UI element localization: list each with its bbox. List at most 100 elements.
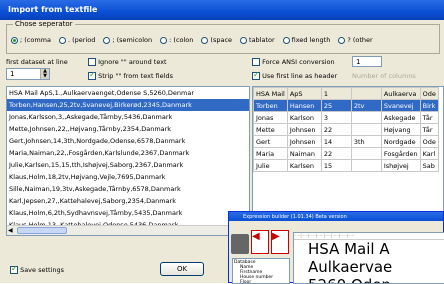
first-dataset-label: first dataset at line bbox=[6, 58, 68, 66]
column-header[interactable]: Ode bbox=[419, 87, 439, 100]
separator-option[interactable]: ? (other bbox=[338, 36, 373, 44]
table-cell bbox=[350, 111, 382, 124]
separator-option[interactable]: fixed length bbox=[282, 36, 331, 44]
column-header[interactable]: HSA Mail bbox=[253, 87, 288, 100]
move-left-icon[interactable]: ◀ bbox=[251, 230, 269, 254]
list-item[interactable]: Julie,Karlsen,15,15,tth,Ishøjvej,Saborg,… bbox=[7, 159, 249, 171]
radio-button[interactable] bbox=[282, 36, 290, 44]
radio-button[interactable] bbox=[160, 36, 168, 44]
list-item[interactable]: Klaus,Holm,18,2tv,Højvang,Vejle,7695,Dan… bbox=[7, 171, 249, 183]
list-item[interactable]: HSA Mail ApS,1.,Aulkaervaenget,Odense S,… bbox=[7, 87, 249, 99]
raw-lines-list[interactable]: HSA Mail ApS,1.,Aulkaervaenget,Odense S,… bbox=[6, 86, 250, 236]
expression-lines: HSA Mail AAulkaervae5260 Oden bbox=[294, 240, 444, 283]
preview-grid[interactable]: HSA Mail ApS 1 Aulkaerva Ode Torben Hansen 25 2… bbox=[252, 86, 444, 216]
separator-option[interactable]: (space bbox=[201, 36, 232, 44]
table-cell: 15 bbox=[320, 159, 352, 172]
separator-option-label: ? (other bbox=[347, 36, 373, 44]
table-cell: 25 bbox=[320, 99, 352, 112]
ignore-quotes-label: Ignore "" around text bbox=[98, 58, 167, 66]
force-ansi-option[interactable]: Force ANSI conversion bbox=[252, 58, 335, 66]
strip-quotes-option[interactable]: Strip "" from text fields bbox=[88, 70, 173, 80]
list-item[interactable]: Mette,Johnsen,22,,Højvang,Tårnby,2354,Da… bbox=[7, 123, 249, 135]
field-tree[interactable]: DatabaseNameFirstnameHouse numberFloorSt… bbox=[232, 258, 290, 284]
strip-quotes-checkbox[interactable] bbox=[88, 70, 96, 80]
table-cell: Fosgården bbox=[380, 147, 421, 160]
ok-button[interactable]: OK bbox=[160, 262, 204, 276]
table-row[interactable]: Jonas Karlson 3 Askegade Tår bbox=[253, 111, 439, 124]
table-cell: Naiman bbox=[286, 147, 322, 160]
column-header[interactable] bbox=[350, 87, 382, 100]
column-header[interactable]: 1 bbox=[320, 87, 352, 100]
table-cell: Svanevej bbox=[380, 99, 421, 112]
radio-button[interactable] bbox=[201, 36, 209, 44]
expression-preview: ·····|·····|·····|·····|·····|·····|····… bbox=[293, 232, 444, 284]
radio-button[interactable] bbox=[59, 36, 66, 44]
radio-button[interactable] bbox=[338, 36, 346, 44]
table-cell: Nordgade bbox=[380, 135, 421, 148]
separator-option[interactable]: ; (comma bbox=[11, 36, 51, 44]
table-cell: Birk bbox=[419, 99, 439, 112]
table-row[interactable]: Mette Johnsen 22 Højvang Tår bbox=[253, 123, 439, 136]
separator-option-label: fixed length bbox=[291, 36, 331, 44]
separator-option[interactable]: . (period bbox=[59, 36, 95, 44]
column-header[interactable]: ApS bbox=[286, 87, 322, 100]
save-settings-option[interactable]: Save settings bbox=[10, 264, 65, 274]
list-item[interactable]: Torben,Hansen,25,2tv,Svanevej,Birkerød,2… bbox=[7, 99, 249, 111]
separator-option-label: : (colon bbox=[169, 36, 194, 44]
first-line-header-checkbox[interactable] bbox=[252, 70, 260, 80]
separator-option[interactable]: tablator bbox=[240, 36, 275, 44]
spin-arrows-icon[interactable]: ▲ ▼ bbox=[40, 69, 49, 79]
save-settings-label: Save settings bbox=[20, 266, 65, 274]
scroll-left-arrow-icon[interactable]: ◀ bbox=[8, 227, 13, 234]
column-header[interactable]: Aulkaerva bbox=[380, 87, 421, 100]
table-row[interactable]: Julie Karlsen 15 Ishøjvej Sab bbox=[253, 159, 439, 172]
table-row[interactable]: Gert Johnsen 14 3th Nordgade Ode bbox=[253, 135, 439, 148]
expression-line: Aulkaervae bbox=[308, 258, 393, 276]
radio-button[interactable] bbox=[240, 36, 248, 44]
tree-item[interactable]: Floor bbox=[234, 280, 288, 283]
separator-option-label: . (period bbox=[68, 36, 96, 44]
table-cell: Julie bbox=[253, 159, 288, 172]
list-item[interactable]: Sille,Naiman,19,3tv,Askegade,Tårnby,6578… bbox=[7, 183, 249, 195]
separator-option[interactable]: ; (semicolon bbox=[103, 36, 152, 44]
horizontal-scrollbar[interactable]: ◀ ▶ bbox=[7, 225, 249, 235]
table-cell: Maria bbox=[253, 147, 288, 160]
separator-option-label: (space bbox=[210, 36, 233, 44]
radio-button[interactable] bbox=[11, 36, 18, 44]
list-item[interactable]: Jonas,Karlsson,3,,Askegade,Tårnby,5436,D… bbox=[7, 111, 249, 123]
expression-line: HSA Mail A bbox=[308, 240, 390, 258]
table-row[interactable]: Maria Naiman 22 Fosgården Karl bbox=[253, 147, 439, 160]
table-cell: Askegade bbox=[380, 111, 421, 124]
save-settings-checkbox[interactable] bbox=[10, 264, 18, 274]
first-line-header-label: Use first line as header bbox=[262, 72, 338, 80]
list-item[interactable]: Maria,Naiman,22,,Fosgården,Karlslunde,23… bbox=[7, 147, 249, 159]
force-ansi-label: Force ANSI conversion bbox=[262, 58, 335, 66]
table-cell: Jonas bbox=[253, 111, 288, 124]
radio-button[interactable] bbox=[103, 36, 111, 44]
scroll-thumb[interactable] bbox=[17, 227, 67, 234]
list-item[interactable]: Klaus,Holm,6,2th,Sydhavnsvej,Tårnby,5435… bbox=[7, 207, 249, 219]
separator-option[interactable]: : (colon bbox=[160, 36, 193, 44]
ignore-quotes-checkbox[interactable] bbox=[88, 58, 96, 66]
table-cell: Karlson bbox=[286, 111, 322, 124]
trash-icon[interactable] bbox=[231, 234, 249, 254]
table-cell bbox=[350, 123, 382, 136]
table-cell: Tår bbox=[419, 111, 439, 124]
separator-option-label: ; (comma bbox=[20, 36, 51, 44]
first-dataset-spinner[interactable]: 1 ▲ ▼ bbox=[6, 68, 50, 80]
first-dataset-value: 1 bbox=[10, 70, 15, 78]
force-ansi-checkbox[interactable] bbox=[252, 58, 260, 66]
list-item[interactable]: Gert,Johnsen,14,3th,Nordgade,Odense,6578… bbox=[7, 135, 249, 147]
first-line-header-option[interactable]: Use first line as header bbox=[252, 70, 338, 80]
ignore-quotes-option[interactable]: Ignore "" around text bbox=[88, 58, 167, 66]
table-row[interactable]: Torben Hansen 25 2tv Svanevej Birk bbox=[253, 99, 439, 112]
ansi-spinner[interactable]: 1 bbox=[352, 56, 382, 67]
separator-options: ; (comma . (period ; (semicolon : (colon (sp… bbox=[11, 36, 437, 44]
separator-option-label: ; (semicolon bbox=[112, 36, 153, 44]
separator-group: Chose seperator ; (comma . (period ; (semi… bbox=[6, 20, 440, 54]
raw-lines: HSA Mail ApS,1.,Aulkaervaenget,Odense S,… bbox=[7, 87, 249, 231]
move-right-icon[interactable]: ▶ bbox=[271, 230, 289, 254]
list-item[interactable]: Karl,Jepsen,27,,Kattehalevej,Saborg,2354… bbox=[7, 195, 249, 207]
table-cell: Torben bbox=[253, 99, 288, 112]
table-cell: 2tv bbox=[350, 99, 382, 112]
